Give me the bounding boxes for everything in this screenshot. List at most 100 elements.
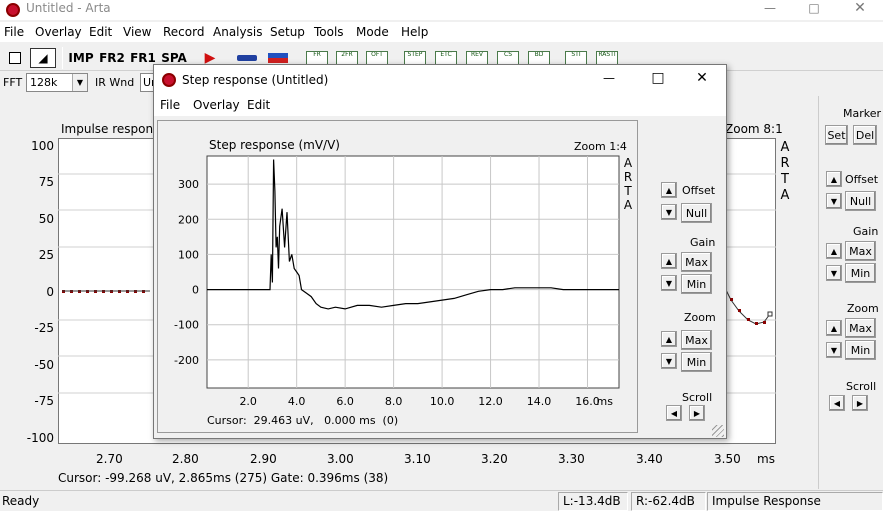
dialog-zoom-down-button[interactable]: ▼ — [661, 353, 677, 369]
down-arrow-icon: ▼ — [830, 268, 838, 278]
menu-bar: File Overlay Edit View Record Analysis S… — [0, 22, 883, 42]
x-tick-label: 14.0 — [527, 395, 552, 408]
dialog-zoom-min-button[interactable]: Min — [681, 352, 712, 372]
menu-file[interactable]: File — [4, 25, 24, 39]
imp-mode-button[interactable]: IMP — [68, 48, 94, 68]
dialog-zoom-up-button[interactable]: ▲ — [661, 331, 677, 347]
status-right-level: R:-62.4dB — [631, 492, 706, 511]
menu-view[interactable]: View — [123, 25, 151, 39]
y-tick-label: 100 — [178, 248, 199, 261]
y-tick-label: -100 — [174, 319, 199, 332]
chevron-down-icon: ▼ — [72, 74, 87, 91]
menu-setup[interactable]: Setup — [270, 25, 305, 39]
status-ready: Ready — [2, 494, 40, 508]
cursor-tool-button[interactable]: ◢ — [30, 48, 56, 68]
dialog-offset-down-button[interactable]: ▼ — [661, 204, 677, 220]
zoom-max-button[interactable]: Max — [845, 318, 876, 338]
menu-overlay[interactable]: Overlay — [35, 25, 82, 39]
main-plot-title: Impulse respons — [61, 122, 160, 136]
dialog-menu-edit[interactable]: Edit — [247, 98, 270, 112]
step-response-chart[interactable]: 2.0 4.0 6.0 8.0 10.0 12.0 14.0 16.03002001000-1… — [155, 150, 625, 415]
dialog-menu-bar: File Overlay Edit — [154, 94, 726, 116]
y-tick-label: 0 — [46, 285, 54, 299]
main-x-tick-label: 3.10 — [404, 452, 431, 466]
arrow-icon: ◢ — [38, 51, 48, 65]
fr2-mode-button[interactable]: FR2 — [99, 48, 125, 68]
y-tick-label: 300 — [178, 178, 199, 191]
gain-down-button[interactable]: ▼ — [826, 265, 842, 281]
dialog-menu-overlay[interactable]: Overlay — [193, 98, 240, 112]
dialog-scroll-left-button[interactable]: ◀ — [666, 405, 682, 421]
y-tick-label: 75 — [38, 175, 54, 189]
dialog-scroll-right-button[interactable]: ▶ — [689, 405, 705, 421]
marker-set-button[interactable]: Set — [825, 125, 848, 145]
dialog-gain-down-button[interactable]: ▼ — [661, 275, 677, 291]
status-left-level: L:-13.4dB — [558, 492, 628, 511]
y-tick-label: -25 — [34, 321, 54, 335]
down-arrow-icon: ▼ — [665, 207, 673, 217]
y-tick-label: -75 — [34, 394, 54, 408]
close-button[interactable]: ✕ — [852, 0, 868, 16]
resize-grip-icon[interactable] — [712, 425, 724, 437]
dialog-gain-max-button[interactable]: Max — [681, 252, 712, 272]
gain-label: Gain — [853, 225, 879, 238]
minimize-button[interactable]: — — [760, 1, 780, 17]
left-arrow-icon: ◀ — [670, 408, 678, 418]
dialog-cursor-readout: Cursor: 29.463 uV, 0.000 ms (0) — [207, 414, 399, 427]
plot-area — [206, 155, 620, 389]
menu-analysis[interactable]: Analysis — [213, 25, 262, 39]
dialog-zoom-label: Zoom — [684, 311, 716, 324]
down-arrow-icon: ▼ — [830, 345, 838, 355]
dialog-close-button[interactable]: ✕ — [694, 70, 710, 86]
menu-tools[interactable]: Tools — [314, 25, 344, 39]
offset-down-button[interactable]: ▼ — [826, 193, 842, 209]
main-cursor-readout: Cursor: -99.268 uV, 2.865ms (275) Gate: … — [58, 471, 389, 485]
menu-edit[interactable]: Edit — [89, 25, 112, 39]
window-title: Untitled - Arta — [26, 1, 111, 15]
down-arrow-icon: ▼ — [665, 278, 673, 288]
x-tick-label: 10.0 — [430, 395, 455, 408]
up-arrow-icon: ▲ — [665, 185, 673, 195]
gain-up-button[interactable]: ▲ — [826, 243, 842, 259]
dialog-offset-up-button[interactable]: ▲ — [661, 182, 677, 198]
marker-del-button[interactable]: Del — [853, 125, 877, 145]
dialog-scroll-label: Scroll — [682, 391, 713, 404]
dialog-null-button[interactable]: Null — [681, 203, 712, 223]
scroll-label: Scroll — [846, 380, 877, 393]
status-mode: Impulse Response — [707, 492, 883, 511]
main-x-tick-label: 3.50 — [714, 452, 741, 466]
menu-record[interactable]: Record — [163, 25, 204, 39]
main-y-axis-labels: 100 75 50 25 0 -25 -50 -75 -100 — [0, 138, 54, 445]
dialog-gain-up-button[interactable]: ▲ — [661, 253, 677, 269]
scroll-left-button[interactable]: ◀ — [829, 395, 845, 411]
main-x-tick-label: 2.70 — [96, 452, 123, 466]
gain-max-button[interactable]: Max — [845, 241, 876, 261]
dialog-menu-file[interactable]: File — [160, 98, 180, 112]
zoom-up-button[interactable]: ▲ — [826, 320, 842, 336]
dialog-maximize-button[interactable]: □ — [650, 70, 666, 86]
up-arrow-icon: ▲ — [665, 256, 673, 266]
y-tick-label: -50 — [34, 358, 54, 372]
dialog-gain-min-button[interactable]: Min — [681, 274, 712, 294]
dialog-gain-label: Gain — [690, 236, 716, 249]
y-tick-label: 50 — [38, 212, 54, 226]
zoom-min-button[interactable]: Min — [845, 340, 876, 360]
y-tick-label: -200 — [174, 354, 199, 367]
dialog-zoom-max-button[interactable]: Max — [681, 330, 712, 350]
dialog-title: Step response (Untitled) — [182, 73, 329, 87]
scroll-right-button[interactable]: ▶ — [852, 395, 868, 411]
main-arta-logo: A R T A — [780, 140, 790, 203]
offset-null-button[interactable]: Null — [845, 191, 876, 211]
maximize-button[interactable]: □ — [806, 1, 822, 17]
zoom-down-button[interactable]: ▼ — [826, 342, 842, 358]
fft-select[interactable]: 128k ▼ — [26, 73, 88, 92]
gain-min-button[interactable]: Min — [845, 263, 876, 283]
menu-help[interactable]: Help — [401, 25, 428, 39]
dialog-minimize-button[interactable]: — — [599, 71, 619, 87]
offset-up-button[interactable]: ▲ — [826, 171, 842, 187]
copy-button[interactable] — [4, 48, 26, 68]
dialog-offset-label: Offset — [682, 184, 716, 197]
up-arrow-icon: ▲ — [830, 323, 838, 333]
down-arrow-icon: ▼ — [665, 356, 673, 366]
menu-mode[interactable]: Mode — [356, 25, 389, 39]
